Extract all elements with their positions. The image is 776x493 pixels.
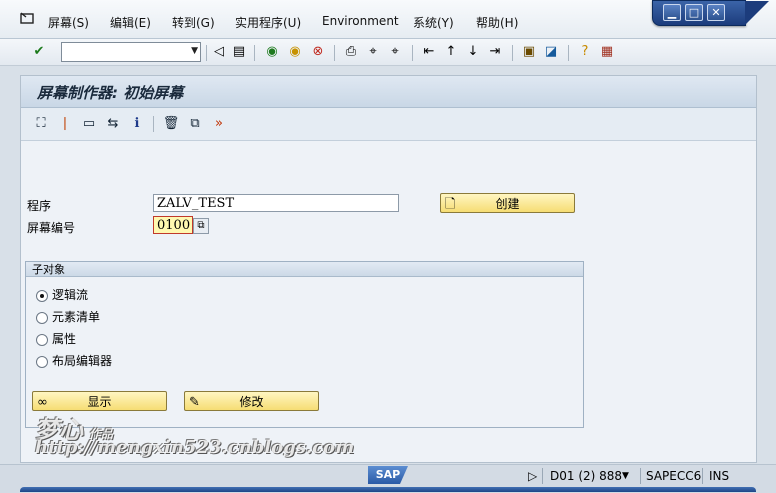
window-controls-tail — [745, 1, 769, 25]
check-icon[interactable]: ✔ — [30, 43, 48, 61]
server-info: SAPECC6 — [646, 469, 702, 483]
system-info: D01 (2) 888 — [550, 469, 623, 483]
prev-page-icon[interactable]: ↑ — [442, 43, 460, 61]
command-field[interactable]: ▼ — [61, 42, 201, 62]
pencil-icon: ✎ — [189, 395, 200, 410]
menu-edit[interactable]: 编辑(E) — [110, 14, 151, 31]
print-icon[interactable]: ⎙ — [342, 43, 360, 61]
insert-mode: INS — [709, 469, 730, 483]
page-title: 屏幕制作器: 初始屏幕 — [37, 84, 184, 102]
next-page-icon[interactable]: ↓ — [464, 43, 482, 61]
application-toolbar: ⛶ ❘ ▭ ⇆ ℹ 🗑 ⧉ » — [21, 108, 756, 141]
menu-goto[interactable]: 转到(G) — [172, 14, 215, 31]
toolbar-separator — [334, 45, 335, 61]
display-button-label: 显示 — [87, 395, 112, 409]
status-separator — [640, 468, 641, 484]
chevron-down-icon[interactable]: ▼ — [622, 471, 629, 481]
shortcut-icon[interactable]: ◪ — [542, 43, 560, 61]
system-menu-icon[interactable] — [20, 12, 34, 24]
delete-icon[interactable]: 🗑 — [161, 114, 181, 134]
menu-system[interactable]: 系统(Y) — [413, 14, 454, 31]
subobjects-group: 子对象 逻辑流 元素清单 属性 布局编辑器 ∞ 显示 ✎ 修改 — [25, 261, 584, 428]
toolbar-separator — [153, 116, 154, 132]
navigation-icon[interactable]: ⇆ — [103, 114, 123, 134]
chevron-down-icon[interactable]: ▼ — [191, 46, 198, 56]
window-controls: ▁ □ ✕ — [652, 0, 769, 26]
display-object-list-icon[interactable]: ▭ — [79, 114, 99, 134]
save-icon[interactable]: ▤ — [230, 43, 248, 61]
window-bottom-border — [20, 487, 756, 492]
program-input[interactable]: ZALV_TEST — [153, 194, 399, 212]
subobjects-title: 子对象 — [26, 262, 583, 277]
display-button[interactable]: ∞ 显示 — [32, 391, 167, 411]
minimize-button[interactable]: ▁ — [663, 4, 681, 21]
program-label: 程序 — [27, 199, 52, 213]
screen-number-input[interactable]: 0100 — [153, 216, 193, 234]
radio-flow-logic[interactable]: 逻辑流 — [36, 286, 88, 303]
rename-icon[interactable]: » — [209, 114, 229, 134]
layout-icon[interactable]: ▦ — [598, 43, 616, 61]
maximize-button[interactable]: □ — [685, 4, 703, 21]
cancel-icon[interactable]: ⊗ — [309, 43, 327, 61]
back-green-icon[interactable]: ◉ — [263, 43, 281, 61]
close-button[interactable]: ✕ — [707, 4, 725, 21]
radio-unselected-icon — [36, 311, 48, 324]
new-document-icon: 🗋 — [445, 197, 456, 212]
last-page-icon[interactable]: ⇥ — [486, 43, 504, 61]
watermark: 梦心 作品 http://mengxin523.cnblogs.com — [35, 410, 354, 458]
copy-icon[interactable]: ⧉ — [185, 114, 205, 134]
radio-selected-icon — [36, 289, 48, 302]
info-icon[interactable]: ℹ — [127, 114, 147, 134]
find-next-icon[interactable]: ⌖ — [386, 43, 404, 61]
status-separator — [702, 468, 703, 484]
menu-screen[interactable]: 屏幕(S) — [48, 14, 89, 31]
hierarchy-icon[interactable]: ⛶ — [31, 114, 51, 134]
new-session-icon[interactable]: ▣ — [520, 43, 538, 61]
menu-help[interactable]: 帮助(H) — [476, 14, 518, 31]
radio-attributes[interactable]: 属性 — [36, 330, 76, 347]
radio-label: 布局编辑器 — [52, 354, 113, 368]
value-help-icon[interactable]: ⧉ — [193, 218, 209, 234]
menu-environment[interactable]: Environment — [322, 14, 399, 28]
first-page-icon[interactable]: ⇤ — [420, 43, 438, 61]
screen-title-bar: 屏幕制作器: 初始屏幕 — [21, 76, 756, 108]
status-separator — [542, 468, 543, 484]
toolbar-separator — [568, 45, 569, 61]
radio-label: 逻辑流 — [52, 288, 89, 302]
menu-utilities[interactable]: 实用程序(U) — [235, 14, 301, 31]
status-expand-icon[interactable]: ▷ — [528, 469, 537, 483]
radio-label: 属性 — [52, 332, 77, 346]
toolbar-separator — [206, 45, 207, 61]
create-button[interactable]: 🗋 创建 — [440, 193, 575, 213]
where-used-icon[interactable]: ❘ — [55, 114, 75, 134]
menu-bar: 屏幕(S) 编辑(E) 转到(G) 实用程序(U) Environment 系统… — [0, 0, 776, 39]
radio-label: 元素清单 — [52, 310, 101, 324]
radio-layout-editor[interactable]: 布局编辑器 — [36, 352, 112, 369]
find-icon[interactable]: ⌖ — [364, 43, 382, 61]
watermark-url: http://mengxin523.cnblogs.com — [35, 437, 355, 458]
back-icon[interactable]: ◁ — [210, 43, 228, 61]
toolbar-separator — [512, 45, 513, 61]
screen-number-label: 屏幕编号 — [27, 221, 76, 235]
radio-unselected-icon — [36, 355, 48, 368]
radio-element-list[interactable]: 元素清单 — [36, 308, 100, 325]
exit-icon[interactable]: ◉ — [286, 43, 304, 61]
main-panel: 屏幕制作器: 初始屏幕 ⛶ ❘ ▭ ⇆ ℹ 🗑 ⧉ » 程序 ZALV_TEST… — [20, 75, 757, 463]
toolbar-separator — [412, 45, 413, 61]
create-button-label: 创建 — [495, 197, 520, 211]
help-icon[interactable]: ? — [576, 43, 594, 61]
change-button-label: 修改 — [239, 395, 264, 409]
change-button[interactable]: ✎ 修改 — [184, 391, 319, 411]
toolbar-separator — [254, 45, 255, 61]
radio-unselected-icon — [36, 333, 48, 346]
